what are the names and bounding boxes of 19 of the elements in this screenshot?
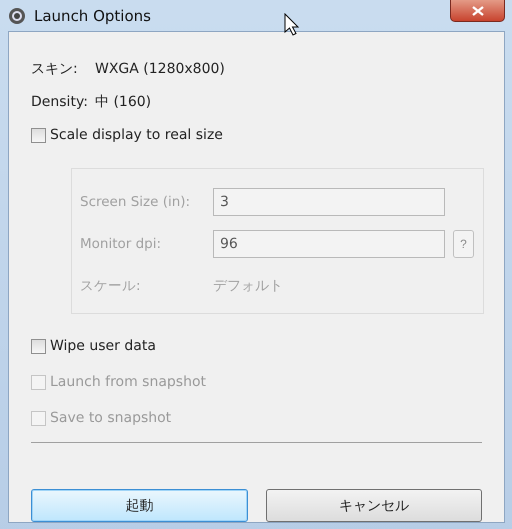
cursor-icon bbox=[284, 13, 300, 37]
cancel-button[interactable]: キャンセル bbox=[266, 489, 482, 522]
close-icon bbox=[472, 6, 484, 16]
launch-button[interactable]: 起動 bbox=[31, 489, 248, 522]
checkbox[interactable] bbox=[31, 128, 46, 142]
field-label: Monitor dpi: bbox=[80, 236, 162, 252]
info-value: WXGA (1280x800) bbox=[95, 60, 225, 76]
scale-value: デフォルト bbox=[213, 277, 283, 295]
field-label: Screen Size (in): bbox=[80, 194, 192, 210]
checkbox[interactable] bbox=[31, 338, 46, 354]
gear-icon bbox=[8, 6, 26, 24]
window-title: Launch Options bbox=[34, 6, 151, 24]
info-value: 中 (160) bbox=[95, 92, 152, 110]
checkbox-label[interactable]: Wipe user data bbox=[50, 338, 156, 354]
close-button[interactable] bbox=[450, 0, 505, 22]
checkbox-label[interactable]: Scale display to real size bbox=[50, 127, 223, 143]
scale-label: スケール: bbox=[80, 277, 142, 295]
info-label: スキン: bbox=[31, 60, 79, 78]
info-label: Density: bbox=[31, 94, 89, 110]
